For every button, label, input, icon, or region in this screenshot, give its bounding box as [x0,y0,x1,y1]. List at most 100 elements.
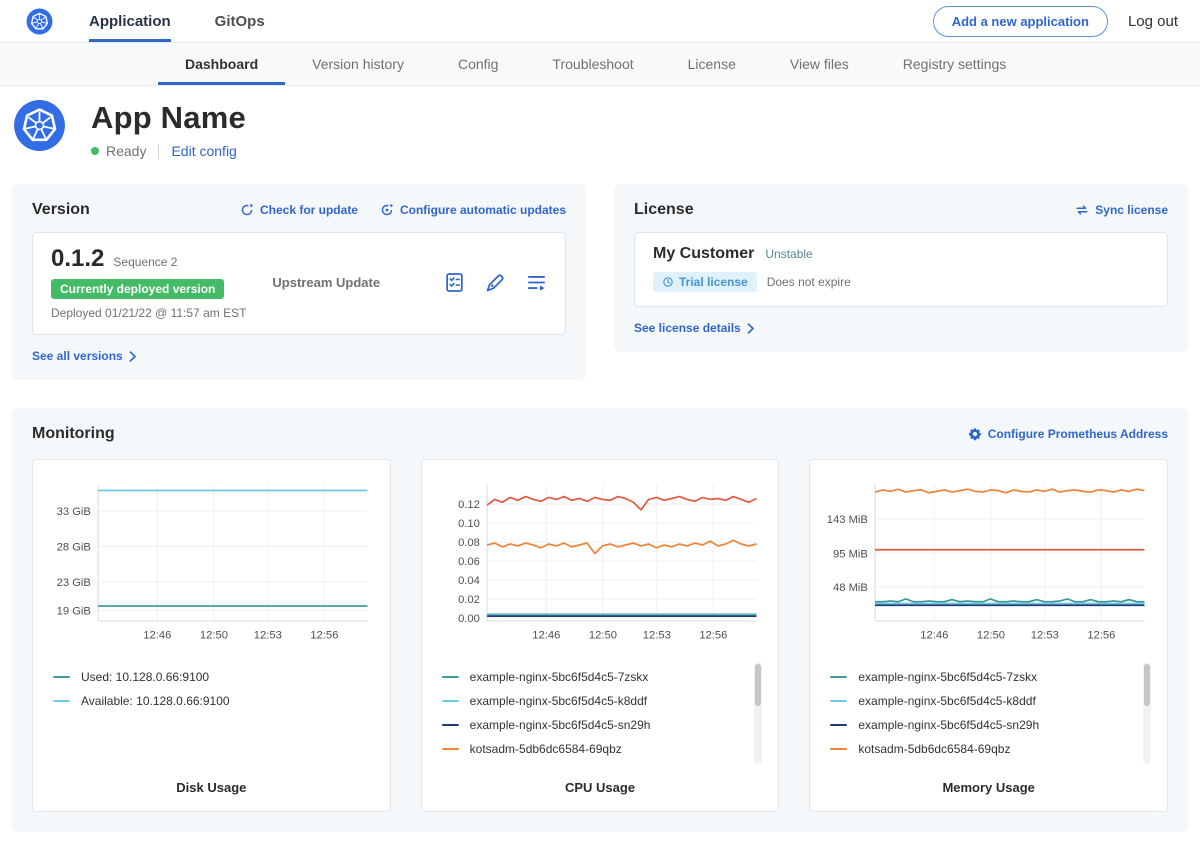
memory-usage-chart: 12:4612:5012:5312:56143 MiB95 MiB48 MiB [822,474,1155,650]
chart-title: CPU Usage [434,768,767,803]
series-color-swatch [830,676,847,678]
chart-title: Disk Usage [45,768,378,803]
series-label: Available: 10.128.0.66:9100 [81,694,230,708]
svg-text:0.10: 0.10 [458,518,480,530]
memory-usage-chart-card: 12:4612:5012:5312:56143 MiB95 MiB48 MiB … [809,459,1168,812]
series-color-swatch [830,724,847,726]
svg-text:12:56: 12:56 [1088,629,1116,641]
legend-item: kotsadm-5db6dc6584-69qbz [442,742,747,756]
subnav-item-license[interactable]: License [661,43,763,85]
disk-usage-chart: 12:4612:5012:5312:5633 GiB28 GiB23 GiB19… [45,474,378,650]
version-heading: Version [32,201,90,219]
sync-icon [1075,203,1089,217]
svg-text:12:46: 12:46 [532,629,560,641]
cpu-usage-legend: example-nginx-5bc6f5d4c5-7zskx example-ng… [434,658,767,768]
svg-text:12:53: 12:53 [642,629,670,641]
series-label: example-nginx-5bc6f5d4c5-sn29h [470,718,651,732]
series-color-swatch [442,700,459,702]
svg-text:0.06: 0.06 [458,556,480,568]
configure-prometheus-link[interactable]: Configure Prometheus Address [968,427,1168,441]
see-all-versions-link[interactable]: See all versions [32,349,137,363]
kubernetes-logo-icon[interactable] [26,0,53,42]
series-label: example-nginx-5bc6f5d4c5-k8ddf [858,694,1035,708]
top-navbar: Application GitOps Add a new application… [0,0,1200,43]
legend-scrollbar[interactable] [754,662,762,764]
series-label: example-nginx-5bc6f5d4c5-7zskx [470,670,649,684]
legend-item: example-nginx-5bc6f5d4c5-sn29h [442,718,747,732]
trial-license-badge: Trial license [653,272,757,292]
series-color-swatch [53,700,70,702]
checklist-icon [444,272,465,293]
legend-scrollbar[interactable] [1143,662,1151,764]
legend-scrollbar-thumb[interactable] [755,664,761,707]
pen-icon [485,272,506,293]
sync-license-label: Sync license [1095,203,1168,217]
primary-tabs: Application GitOps [89,0,309,42]
series-label: example-nginx-5bc6f5d4c5-k8ddf [470,694,647,708]
cpu-usage-chart: 12:4612:5012:5312:560.120.100.080.060.04… [434,474,767,650]
disk-usage-legend: Used: 10.128.0.66:9100Available: 10.128.… [45,658,378,720]
memory-usage-legend: example-nginx-5bc6f5d4c5-7zskxexample-ng… [822,658,1155,768]
tab-gitops[interactable]: GitOps [215,0,265,42]
app-status: Ready [106,143,146,159]
logout-link[interactable]: Log out [1128,13,1178,30]
release-notes-button[interactable] [485,272,506,293]
license-card: License Sync license My Customer Unstabl… [614,184,1188,352]
configure-auto-updates-link[interactable]: Configure automatic updates [380,203,566,217]
tab-application[interactable]: Application [89,0,171,42]
see-license-details-link[interactable]: See license details [634,321,755,335]
logs-icon [526,272,547,293]
disk-usage-chart-card: 12:4612:5012:5312:5633 GiB28 GiB23 GiB19… [32,459,391,812]
series-color-swatch [442,724,459,726]
app-icon [13,99,66,152]
subnav-item-dashboard[interactable]: Dashboard [158,43,285,85]
svg-text:28 GiB: 28 GiB [57,542,91,554]
configure-auto-updates-label: Configure automatic updates [400,203,566,217]
preflight-checks-button[interactable] [444,272,465,293]
trial-license-label: Trial license [679,275,748,289]
series-color-swatch [442,748,459,750]
legend-item: example-nginx-5bc6f5d4c5-sn29h [830,718,1135,732]
edit-config-link[interactable]: Edit config [171,143,236,159]
svg-text:12:53: 12:53 [254,629,282,641]
license-expiry: Does not expire [767,275,851,289]
subnav-item-version-history[interactable]: Version history [285,43,431,85]
chevron-right-icon [747,323,755,334]
see-all-versions-label: See all versions [32,349,123,363]
svg-text:12:46: 12:46 [921,629,949,641]
configure-prometheus-label: Configure Prometheus Address [988,427,1168,441]
svg-text:0.12: 0.12 [458,499,480,511]
customer-name: My Customer [653,245,754,263]
series-color-swatch [442,676,459,678]
series-label: kotsadm-5db6dc6584-69qbz [470,742,622,756]
svg-text:143 MiB: 143 MiB [827,514,868,526]
svg-text:48 MiB: 48 MiB [833,582,868,594]
add-application-button[interactable]: Add a new application [933,6,1108,37]
tab-application-label: Application [89,13,171,30]
subnav-item-config[interactable]: Config [431,43,525,85]
app-header: App Name Ready Edit config [0,86,1200,174]
clock-icon [662,276,674,288]
svg-text:95 MiB: 95 MiB [833,548,868,560]
subnav-item-registry-settings[interactable]: Registry settings [876,43,1033,85]
legend-item: kotsadm-5db6dc6584-69qbz [830,742,1135,756]
series-label: kotsadm-5db6dc6584-69qbz [858,742,1010,756]
subnav-item-troubleshoot[interactable]: Troubleshoot [525,43,660,85]
deploy-logs-button[interactable] [526,272,547,293]
sync-license-link[interactable]: Sync license [1075,203,1168,217]
legend-item: example-nginx-5bc6f5d4c5-k8ddf [442,694,747,708]
monitoring-heading: Monitoring [32,425,115,443]
svg-text:12:50: 12:50 [589,629,617,641]
legend-scrollbar-thumb[interactable] [1144,664,1150,707]
check-for-update-link[interactable]: Check for update [240,203,358,217]
legend-item: Available: 10.128.0.66:9100 [53,694,358,708]
svg-text:12:50: 12:50 [200,629,228,641]
deployed-badge: Currently deployed version [51,279,224,299]
tab-gitops-label: GitOps [215,13,265,30]
current-version-row: 0.1.2 Sequence 2 Currently deployed vers… [32,232,566,335]
subnav-item-view-files[interactable]: View files [763,43,876,85]
svg-text:12:56: 12:56 [699,629,727,641]
divider [158,144,159,159]
cpu-usage-chart-card: 12:4612:5012:5312:560.120.100.080.060.04… [421,459,780,812]
legend-item: example-nginx-5bc6f5d4c5-7zskx [442,670,747,684]
